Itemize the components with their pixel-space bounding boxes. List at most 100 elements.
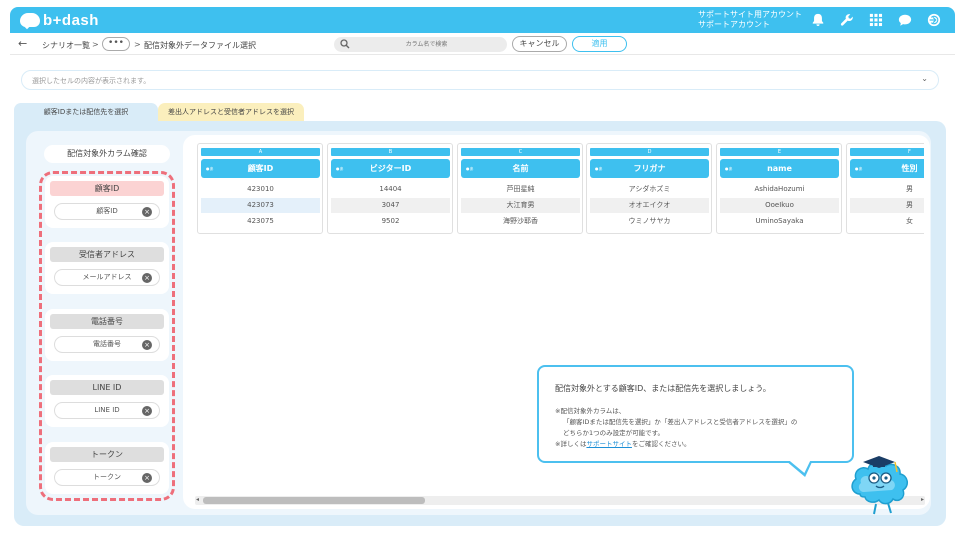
table-cell[interactable]: 423010 [201, 182, 320, 197]
selected-column-chip[interactable]: 顧客ID × [54, 203, 160, 220]
table-cell[interactable]: 芦田星純 [461, 182, 580, 197]
column-letter: C [461, 148, 580, 156]
apply-button[interactable]: 適用 [572, 36, 627, 52]
excluded-card-line-id: LINE ID LINE ID × [45, 375, 169, 427]
cell-content-bar[interactable]: 選択したセルの内容が表示されます。 ⌄ [21, 70, 939, 90]
column-header[interactable]: ●あ 顧客ID [201, 159, 320, 178]
column-header[interactable]: ●あ ビジターID [331, 159, 450, 178]
table-cell[interactable]: 14404 [331, 182, 450, 197]
column-header[interactable]: ●あ フリガナ [590, 159, 709, 178]
breadcrumb-separator: > [92, 40, 99, 49]
close-icon[interactable]: × [142, 340, 152, 350]
column-header-label: 名前 [512, 164, 529, 173]
table-cell[interactable]: 女 [850, 214, 924, 229]
column-header-label: 顧客ID [247, 164, 274, 173]
tab-customer-id[interactable]: 顧客IDまたは配信先を選択 [14, 103, 158, 121]
support-site-link[interactable]: サポートサイト [586, 440, 632, 448]
table-cell[interactable]: 423073 [201, 198, 320, 213]
column-card[interactable]: D ●あ フリガナ アシダホズミ オオエイクオ ウミノサヤカ [586, 143, 712, 234]
excluded-card-recipient-address: 受信者アドレス メールアドレス × [45, 242, 169, 294]
selected-column-chip[interactable]: 電話番号 × [54, 336, 160, 353]
table-cell[interactable]: ウミノサヤカ [590, 214, 709, 229]
text-type-icon: ●あ [725, 166, 733, 171]
table-cell[interactable]: 423075 [201, 214, 320, 229]
column-search [334, 37, 507, 52]
tab-sender-recipient[interactable]: 差出人アドレスと受信者アドレスを選択 [158, 103, 304, 121]
table-cell[interactable]: AshidaHozumi [720, 182, 839, 197]
table-cell[interactable]: 海野沙耶香 [461, 214, 580, 229]
table-cell[interactable]: UminoSayaka [720, 214, 839, 229]
card-label: LINE ID [50, 380, 164, 395]
column-card[interactable]: E ●あ name AshidaHozumi OoeIkuo UminoSayak… [716, 143, 842, 234]
column-header[interactable]: ●あ name [720, 159, 839, 178]
text-type-icon: ●あ [855, 166, 863, 171]
column-header[interactable]: ●あ 性別 [850, 159, 924, 178]
grid-icon[interactable] [868, 12, 884, 28]
column-header-label: name [767, 164, 792, 173]
close-icon[interactable]: × [142, 473, 152, 483]
column-letter: A [201, 148, 320, 156]
chip-label: 電話番号 [93, 340, 121, 348]
text-type-icon: ●あ [206, 166, 214, 171]
column-header-label: 性別 [901, 164, 918, 173]
column-card[interactable]: F ●あ 性別 男 男 女 [846, 143, 924, 234]
chip-label: トークン [93, 473, 121, 481]
breadcrumb-current: 配信対象外データファイル選択 [144, 41, 256, 50]
table-cell[interactable]: アシダホズミ [590, 182, 709, 197]
selected-column-chip[interactable]: LINE ID × [54, 402, 160, 419]
scrollbar-thumb[interactable] [203, 497, 425, 504]
guide-note-line: どちらか1つのみ設定が可能です。 [563, 429, 664, 437]
cancel-button[interactable]: キャンセル [512, 36, 567, 52]
card-label: 顧客ID [50, 181, 164, 196]
scroll-left-icon[interactable]: ◂ [196, 496, 199, 503]
bell-icon[interactable] [810, 12, 826, 28]
selected-column-chip[interactable]: トークン × [54, 469, 160, 486]
close-icon[interactable]: × [142, 207, 152, 217]
column-header[interactable]: ●あ 名前 [461, 159, 580, 178]
search-input[interactable] [354, 38, 499, 51]
guide-balloon: 配信対象外とする顧客ID、または配信先を選択しましょう。 ※配信対象外カラムは、… [537, 365, 854, 463]
table-cell[interactable]: 男 [850, 182, 924, 197]
logo[interactable]: b+dash [20, 11, 99, 29]
text-type-icon: ●あ [336, 166, 344, 171]
column-letter: E [720, 148, 839, 156]
table-cell[interactable]: 男 [850, 198, 924, 213]
table-cell[interactable]: 大江育男 [461, 198, 580, 213]
guide-note-suffix: をご確認ください。 [631, 440, 691, 448]
column-card[interactable]: A ●あ 顧客ID 423010 423073 423075 [197, 143, 323, 234]
wrench-icon[interactable] [839, 12, 855, 28]
guide-note-prefix: ※詳しくは [555, 440, 587, 448]
table-cell[interactable]: 3047 [331, 198, 450, 213]
header-icons [810, 12, 942, 28]
logout-icon[interactable] [926, 12, 942, 28]
scroll-right-icon[interactable]: ▸ [921, 496, 924, 503]
horizontal-scrollbar[interactable]: ◂ ▸ [195, 496, 925, 505]
column-card[interactable]: C ●あ 名前 芦田星純 大江育男 海野沙耶香 [457, 143, 583, 234]
back-arrow-icon[interactable]: ← [18, 37, 27, 50]
column-card[interactable]: B ●あ ビジターID 14404 3047 9502 [327, 143, 453, 234]
chevron-down-icon[interactable]: ⌄ [921, 74, 928, 83]
chip-label: メールアドレス [82, 273, 132, 281]
excluded-columns-title: 配信対象外カラム確認 [44, 145, 170, 163]
excluded-card-token: トークン トークン × [45, 442, 169, 494]
column-header-label: フリガナ [633, 164, 666, 173]
column-letter: D [590, 148, 709, 156]
mascot-cloud-icon [851, 456, 908, 515]
breadcrumb-more-button[interactable]: ••• [102, 37, 130, 51]
selected-column-chip[interactable]: メールアドレス × [54, 269, 160, 286]
table-cell[interactable]: オオエイクオ [590, 198, 709, 213]
close-icon[interactable]: × [142, 273, 152, 283]
breadcrumb-separator: > [134, 40, 141, 49]
guide-main-text: 配信対象外とする顧客ID、または配信先を選択しましょう。 [555, 384, 771, 393]
close-icon[interactable]: × [142, 406, 152, 416]
chip-label: LINE ID [94, 406, 120, 414]
breadcrumb-scenario-list[interactable]: シナリオ一覧 [42, 40, 90, 51]
table-cell[interactable]: OoeIkuo [720, 198, 839, 213]
column-letter: B [331, 148, 450, 156]
chat-icon[interactable] [897, 12, 913, 28]
excluded-card-customer-id: 顧客ID 顧客ID × [45, 176, 169, 228]
table-cell[interactable]: 9502 [331, 214, 450, 229]
guide-note-line: ※配信対象外カラムは、 [555, 407, 626, 415]
account-line2: サポートアカウント [698, 20, 770, 29]
account-info[interactable]: サポートサイト用アカウント サポートアカウント [698, 10, 802, 30]
